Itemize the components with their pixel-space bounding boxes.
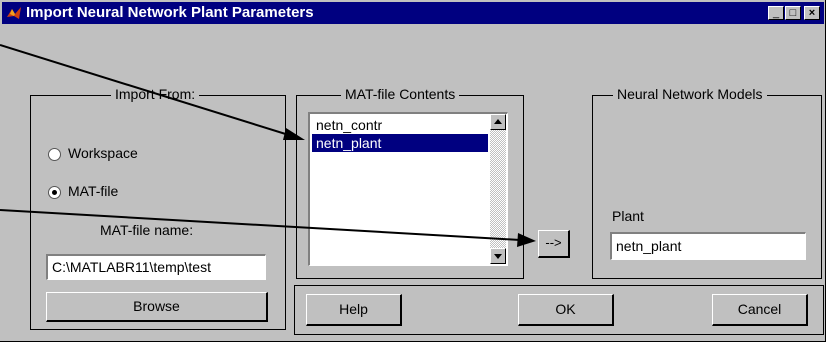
arrow-to-transfer-icon bbox=[0, 209, 536, 247]
annotation-arrows bbox=[0, 44, 536, 247]
arrow-to-list-icon bbox=[0, 44, 305, 140]
